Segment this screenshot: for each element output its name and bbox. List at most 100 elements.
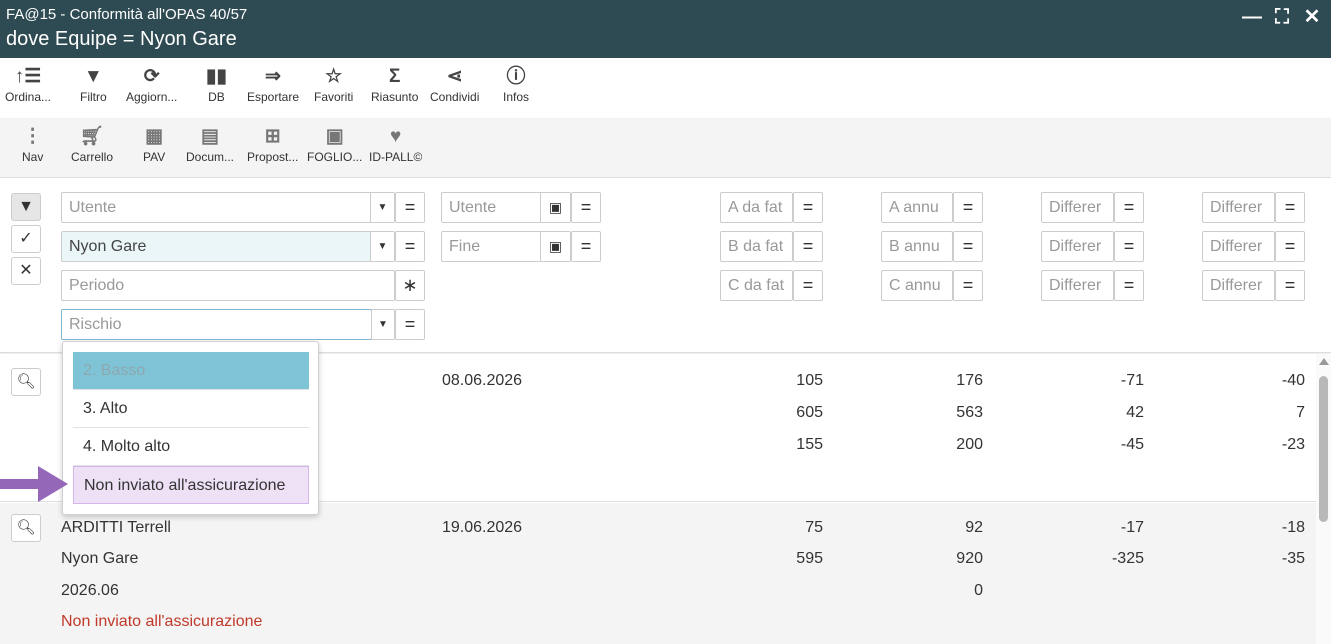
differ-field-5[interactable]: Differer [1202, 231, 1275, 262]
differ-operator-button-3[interactable]: = [1114, 270, 1144, 301]
b-da-fat-field[interactable]: B da fat [720, 231, 793, 262]
nav-button[interactable]: ⋮ Nav [22, 124, 43, 164]
a-da-fat-operator-button[interactable]: = [793, 192, 823, 223]
differ-field-4[interactable]: Differer [1202, 192, 1275, 223]
refresh-button[interactable]: ⟳ Aggiorn... [126, 64, 177, 104]
row-date: 19.06.2026 [442, 519, 523, 536]
sort-icon: ↑☰ [14, 66, 42, 87]
rischio-operator-button[interactable]: = [395, 309, 425, 340]
apply-button[interactable]: ✓ [11, 225, 41, 253]
title-bar: FA@15 - Conformità all'OPAS 40/57 dove E… [0, 0, 1331, 58]
start-date-field[interactable]: Utente ▣ [441, 192, 571, 223]
differ-field-3[interactable]: Differer [1041, 270, 1114, 301]
b-annu-placeholder: B annu [889, 238, 940, 255]
refresh-icon: ⟳ [143, 66, 160, 87]
end-date-operator-button[interactable]: = [571, 231, 601, 262]
b-annu-field[interactable]: B annu [881, 231, 953, 262]
minimize-icon[interactable]: — [1241, 6, 1263, 28]
export-icon: ⇒ [265, 66, 281, 87]
bar-chart-icon: ▮▮ [206, 66, 227, 87]
differ-operator-button-4[interactable]: = [1275, 192, 1305, 223]
filter-toggle-button[interactable]: ▼ [11, 193, 41, 221]
export-button[interactable]: ⇒ Esportare [247, 64, 299, 104]
pav-button[interactable]: ▦ PAV [143, 124, 165, 164]
vertical-scrollbar[interactable] [1316, 354, 1331, 644]
calendar-icon[interactable]: ▣ [540, 193, 570, 222]
cart-button[interactable]: 🛒︎ Carrello [71, 124, 113, 164]
b-annu-operator-button[interactable]: = [953, 231, 983, 262]
c-da-fat-operator-button[interactable]: = [793, 270, 823, 301]
chevron-down-icon[interactable]: ▼ [370, 232, 394, 261]
differ-field-1[interactable]: Differer [1041, 192, 1114, 223]
documents-button[interactable]: ▤ Docum... [186, 124, 234, 164]
a-annu-field[interactable]: A annu [881, 192, 953, 223]
c-annu-field[interactable]: C annu [881, 270, 953, 301]
window-subtitle: dove Equipe = Nyon Gare [6, 28, 237, 50]
proposal-button[interactable]: ⊞ Propost... [247, 124, 298, 164]
scroll-up-icon[interactable] [1319, 358, 1329, 365]
dropdown-option-alto[interactable]: 3. Alto [73, 390, 309, 428]
b-da-fat-operator-button[interactable]: = [793, 231, 823, 262]
id-pall-label: ID-PALL© [369, 150, 423, 164]
dropdown-option-non-inviato[interactable]: Non inviato all'assicurazione [73, 466, 309, 504]
cell-value: -325 [1111, 550, 1144, 567]
a-annu-placeholder: A annu [889, 199, 939, 216]
view-details-button[interactable]: 🔍︎ [11, 514, 41, 542]
differ-operator-button-5[interactable]: = [1275, 231, 1305, 262]
close-icon[interactable]: ✕ [1301, 6, 1323, 28]
end-date-field[interactable]: Fine ▣ [441, 231, 571, 262]
rischio-dropdown-button[interactable]: ▼ [371, 309, 395, 340]
id-pall-button[interactable]: ♥ ID-PALL© [369, 124, 422, 164]
utente-placeholder: Utente [69, 199, 117, 216]
sort-button[interactable]: ↑☰ Ordina... [5, 64, 51, 104]
summary-label: Riasunto [371, 90, 419, 104]
summary-button[interactable]: Σ Riasunto [371, 64, 418, 104]
filter-button[interactable]: ▼ Filtro [80, 64, 107, 104]
grid-icon: ▦ [145, 126, 164, 147]
differ-field-2[interactable]: Differer [1041, 231, 1114, 262]
utente-field[interactable]: Utente ▼ [61, 192, 395, 223]
start-date-operator-button[interactable]: = [571, 192, 601, 223]
share-button[interactable]: ⋖ Condividi [430, 64, 479, 104]
utente-operator-button[interactable]: = [395, 192, 425, 223]
rischio-dropdown-list: 2. Basso 3. Alto 4. Molto alto Non invia… [62, 341, 319, 515]
maximize-icon[interactable]: ⛶ [1271, 6, 1293, 28]
a-da-fat-field[interactable]: A da fat [720, 192, 793, 223]
dropdown-option-basso[interactable]: 2. Basso [73, 352, 309, 390]
export-label: Esportare [247, 90, 300, 104]
equipe-field[interactable]: Nyon Gare ▼ [61, 231, 395, 262]
db-button[interactable]: ▮▮ DB [206, 64, 227, 104]
favorites-button[interactable]: ☆ Favoriti [314, 64, 353, 104]
clear-button[interactable]: ✕ [11, 257, 41, 285]
equipe-value: Nyon Gare [69, 238, 147, 255]
calendar-icon[interactable]: ▣ [540, 232, 570, 261]
cell-value: -17 [1120, 519, 1144, 536]
periodo-field[interactable]: Periodo [61, 270, 395, 301]
differ-operator-button-6[interactable]: = [1275, 270, 1305, 301]
differ-operator-button-2[interactable]: = [1114, 231, 1144, 262]
info-label: Infos [503, 90, 530, 104]
sort-label: Ordina... [5, 90, 52, 104]
differ-operator-button-1[interactable]: = [1114, 192, 1144, 223]
dropdown-option-molto-alto[interactable]: 4. Molto alto [73, 428, 309, 466]
scrollbar-thumb[interactable] [1319, 376, 1328, 522]
cell-value: 42 [1126, 404, 1144, 421]
refresh-label: Aggiorn... [126, 90, 178, 104]
end-date-placeholder: Fine [449, 238, 481, 255]
view-details-button[interactable]: 🔍︎ [11, 368, 41, 396]
sheet-button[interactable]: ▣ FOGLIO... [307, 124, 362, 164]
a-annu-operator-button[interactable]: = [953, 192, 983, 223]
c-annu-operator-button[interactable]: = [953, 270, 983, 301]
info-button[interactable]: ⓘ Infos [503, 64, 529, 104]
chevron-down-icon[interactable]: ▼ [370, 193, 394, 222]
periodo-operator-button[interactable]: ∗ [395, 270, 425, 301]
c-da-fat-field[interactable]: C da fat [720, 270, 793, 301]
row-equipe: Nyon Gare [61, 550, 139, 567]
sigma-icon: Σ [388, 66, 401, 87]
cell-value: 92 [965, 519, 983, 536]
rischio-field[interactable]: Rischio [61, 309, 372, 340]
cell-value: 563 [956, 404, 983, 421]
differ-placeholder: Differer [1210, 277, 1263, 294]
equipe-operator-button[interactable]: = [395, 231, 425, 262]
differ-field-6[interactable]: Differer [1202, 270, 1275, 301]
